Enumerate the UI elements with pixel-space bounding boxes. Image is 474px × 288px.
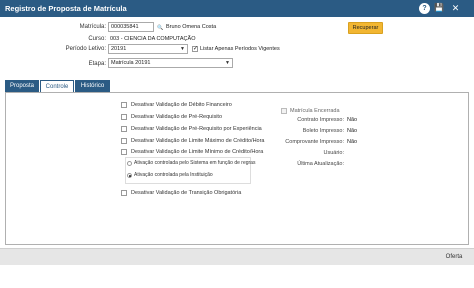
chevron-down-icon: ▼ bbox=[180, 46, 185, 52]
option-checkbox[interactable] bbox=[121, 126, 127, 132]
help-icon[interactable]: ? bbox=[419, 3, 430, 14]
ultima-atualizacao-label: Última Atualização: bbox=[297, 161, 344, 167]
comprovante-value: Não bbox=[347, 139, 358, 145]
window-title: Registro de Proposta de Matrícula bbox=[5, 4, 127, 13]
window-titlebar: Registro de Proposta de Matrícula ? 💾 ✕ bbox=[0, 0, 474, 17]
matricula-label: Matrícula: bbox=[79, 24, 106, 30]
etapa-value: Matrícula 20191 bbox=[111, 60, 151, 66]
close-icon[interactable]: ✕ bbox=[450, 3, 461, 14]
radio-instituicao[interactable] bbox=[127, 173, 132, 178]
listar-checkbox[interactable] bbox=[192, 45, 198, 52]
option-label: Desativar Validação de Débito Financeiro bbox=[131, 102, 232, 108]
radio-sistema-label: Ativação controlada pelo Sistema em funç… bbox=[134, 160, 256, 166]
matricula-encerrada-checkbox bbox=[281, 108, 287, 114]
boleto-label: Boleto Impresso: bbox=[302, 128, 344, 134]
periodo-value: 20191 bbox=[111, 46, 127, 52]
option-label: Desativar Validação de Limite Máximo de … bbox=[131, 138, 265, 144]
save-icon[interactable]: 💾 bbox=[434, 3, 444, 14]
option-checkbox[interactable] bbox=[121, 138, 127, 144]
matricula-value: 000035841 bbox=[111, 24, 139, 30]
oferta-button[interactable]: Oferta bbox=[437, 251, 471, 263]
boleto-value: Não bbox=[347, 128, 358, 134]
radio-sistema[interactable] bbox=[127, 161, 132, 166]
matricula-encerrada-label: Matrícula Encerrada bbox=[290, 108, 340, 114]
footer-bar bbox=[0, 248, 474, 265]
search-icon[interactable]: 🔍 bbox=[157, 25, 163, 31]
transicao-label: Desativar Validação de Transição Obrigat… bbox=[131, 190, 242, 196]
transicao-checkbox[interactable] bbox=[121, 190, 127, 196]
option-checkbox[interactable] bbox=[121, 149, 127, 155]
curso-label: Curso: bbox=[88, 36, 106, 42]
listar-label: Listar Apenas Períodos Vigentes bbox=[200, 46, 280, 52]
option-checkbox[interactable] bbox=[121, 102, 127, 108]
chevron-down-icon: ▼ bbox=[225, 60, 230, 66]
usuario-label: Usuário: bbox=[323, 150, 344, 156]
option-label: Desativar Validação de Pré-Requisito bbox=[131, 114, 222, 120]
option-checkbox[interactable] bbox=[121, 114, 127, 120]
matricula-field[interactable]: 000035841 bbox=[108, 22, 154, 32]
student-name: Bruno Omena Costa bbox=[166, 24, 217, 30]
contrato-label: Contrato Impresso: bbox=[297, 117, 344, 123]
etapa-label: Etapa: bbox=[88, 61, 106, 67]
radio-instituicao-label: Ativação controlada pela Instituição bbox=[134, 172, 213, 178]
etapa-select[interactable]: Matrícula 20191 ▼ bbox=[108, 58, 233, 68]
option-label: Desativar Validação de Limite Mínimo de … bbox=[131, 149, 264, 155]
periodo-label: Período Letivo: bbox=[65, 46, 106, 52]
periodo-select[interactable]: 20191 ▼ bbox=[108, 44, 188, 54]
comprovante-label: Comprovante Impresso: bbox=[285, 139, 344, 145]
recuperar-button[interactable]: Recuperar bbox=[348, 22, 383, 34]
curso-value: 003 - CIENCIA DA COMPUTAÇÃO bbox=[110, 36, 196, 42]
option-label: Desativar Validação de Pré-Requisito por… bbox=[131, 126, 262, 132]
contrato-value: Não bbox=[347, 117, 358, 123]
